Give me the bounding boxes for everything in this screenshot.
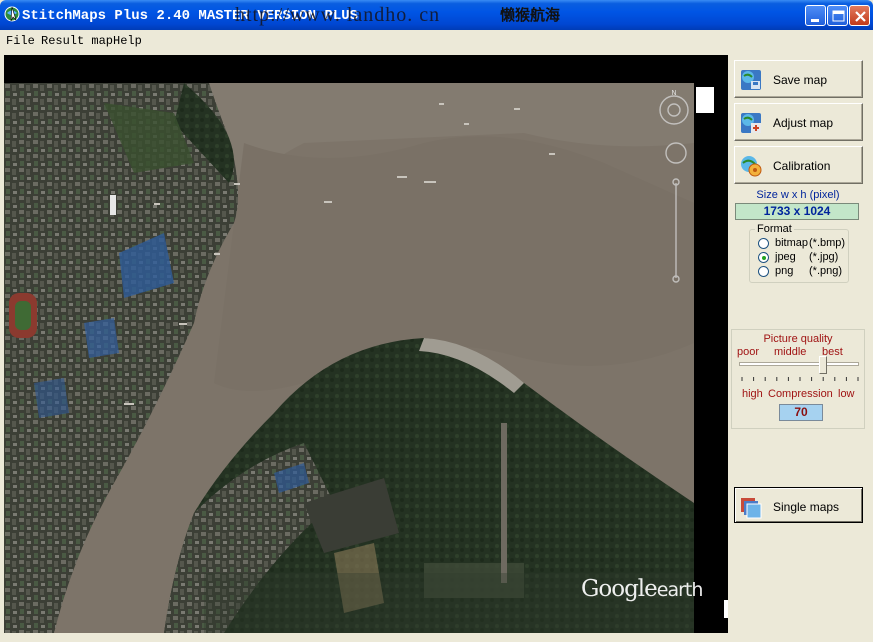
quality-slider-thumb[interactable] [819,356,827,374]
satellite-map[interactable]: N [4,83,694,633]
svg-text:N: N [671,89,676,97]
close-button[interactable] [849,5,870,26]
single-maps-label: Single maps [773,500,840,514]
adjust-map-icon [741,113,761,133]
watermark-url: http://www. landho. cn [235,4,441,26]
save-map-button[interactable]: Save map [734,60,863,98]
radio-bitmap[interactable] [758,238,769,249]
format-option-png[interactable]: png (*.png) [758,265,850,279]
quality-poor-label: poor [737,346,760,358]
radio-jpeg[interactable] [758,252,769,263]
minimize-button[interactable] [805,5,826,26]
format-option-jpeg[interactable]: jpeg (*.jpg) [758,251,850,265]
quality-slider-track[interactable] [739,362,859,366]
menu-help[interactable]: Help [113,33,142,49]
maximize-button[interactable] [827,5,848,26]
menu-bar: File Result map Help [0,30,873,50]
menu-file[interactable]: File [6,33,35,49]
quality-middle-label: middle [774,346,807,358]
minimize-icon [811,19,819,22]
google-earth-logo: Googleearth [581,576,703,602]
satellite-image: N [4,83,694,633]
picture-quality-group: Picture quality poor middle best high Co… [731,329,865,429]
compression-high-label: high [742,388,763,400]
format-option-bitmap[interactable]: bitmap (*.bmp) [758,237,850,251]
menu-result-map[interactable]: Result map [41,33,113,49]
compression-value[interactable]: 70 [779,404,823,421]
calibration-icon [741,156,762,177]
calibration-label: Calibration [773,159,831,173]
title-bar: StitchMaps Plus 2.40 MASTER VERSION PLUS… [0,0,873,30]
single-maps-icon [741,498,762,519]
single-maps-button[interactable]: Single maps [734,487,863,523]
compression-label: Compression [768,388,833,400]
maximize-icon [832,10,845,22]
radio-png[interactable] [758,266,769,277]
save-map-label: Save map [773,73,828,87]
control-panel: Save map Adjust map Calibration Size w x… [729,55,873,635]
app-icon[interactable] [3,5,21,23]
map-edge-marker [724,600,728,618]
quality-title: Picture quality [763,333,833,345]
adjust-map-label: Adjust map [773,116,834,130]
compression-low-label: low [838,388,855,400]
calibration-button[interactable]: Calibration [734,146,863,184]
save-map-icon [741,70,761,90]
close-icon [855,11,866,22]
format-group: Format bitmap (*.bmp) jpeg (*.jpg) png (… [749,223,850,283]
quality-slider-ticks [741,377,859,381]
map-corner-marker [696,87,714,113]
size-value: 1733 x 1024 [735,203,859,220]
size-label: Size w x h (pixel) [756,189,840,201]
map-viewport[interactable]: N Googleearth [4,55,728,633]
watermark-cn: 懒猴航海 [500,6,561,24]
format-legend: Format [755,223,794,235]
adjust-map-button[interactable]: Adjust map [734,103,863,141]
